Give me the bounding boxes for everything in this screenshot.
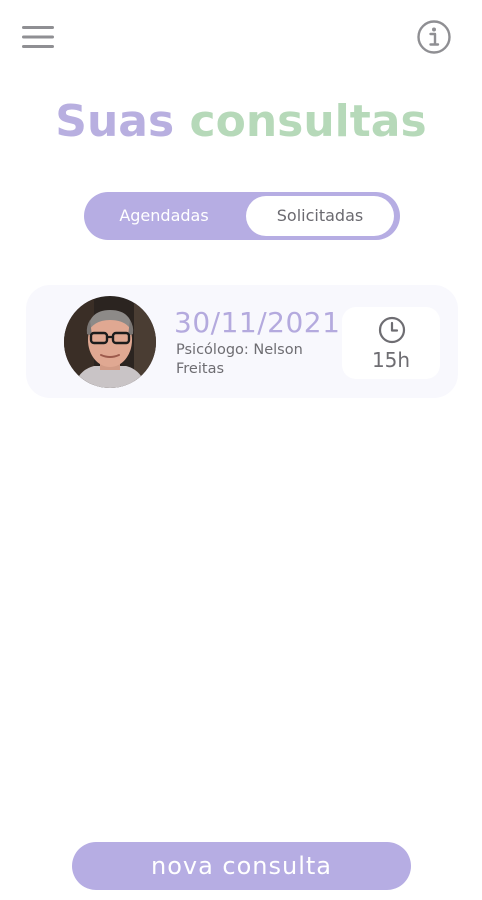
page-title: Suas consultas <box>0 94 482 150</box>
appointment-card[interactable]: 30/11/2021 Psicólogo: Nelson Freitas 15h <box>26 285 458 398</box>
page-title-part1: Suas <box>55 96 175 147</box>
new-appointment-button[interactable]: nova consulta <box>72 842 411 890</box>
appointment-time-box: 15h <box>342 307 440 379</box>
tab-solicitadas[interactable]: Solicitadas <box>246 196 394 236</box>
tab-agendadas[interactable]: Agendadas <box>84 192 244 240</box>
clock-icon <box>378 316 406 344</box>
info-icon <box>417 20 451 54</box>
appointment-time: 15h <box>371 348 411 372</box>
hamburger-menu-icon <box>22 26 54 48</box>
appointment-date: 30/11/2021 <box>174 306 341 339</box>
doctor-avatar <box>64 296 156 388</box>
appointments-tab-toggle: Agendadas Solicitadas <box>84 192 400 240</box>
info-button[interactable] <box>416 19 452 55</box>
menu-button[interactable] <box>20 24 56 50</box>
page-title-part2: consultas <box>189 96 427 147</box>
appointment-description: Psicólogo: Nelson Freitas <box>176 342 303 377</box>
